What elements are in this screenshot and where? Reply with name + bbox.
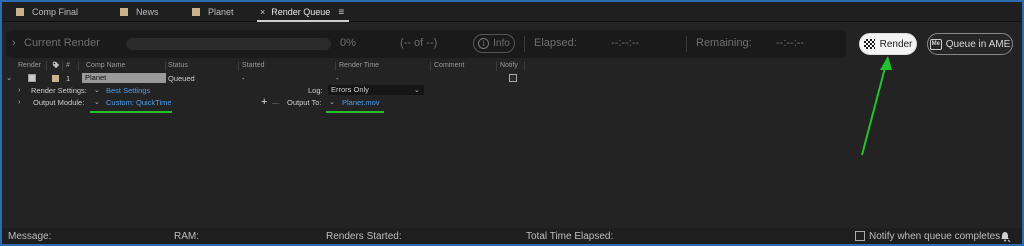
render-queue-panel: Comp Final News Planet × Render Queue ≡ … [2,2,1022,244]
annotation-arrow [861,56,892,156]
